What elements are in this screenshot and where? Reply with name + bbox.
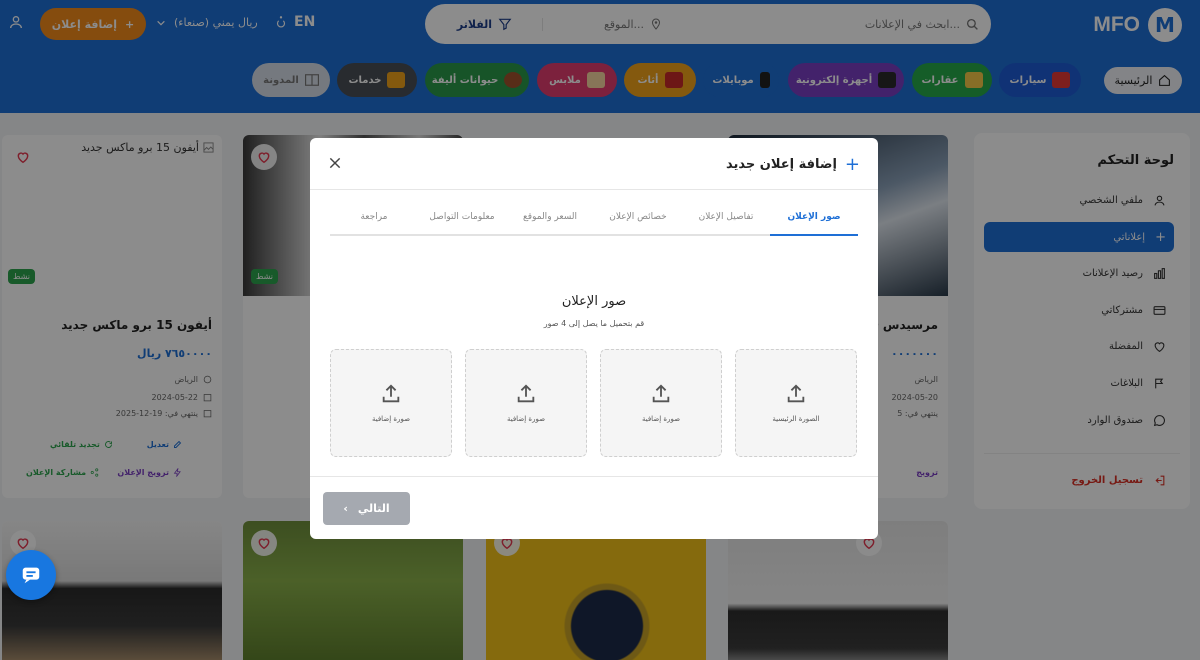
upload-icon [517, 384, 535, 403]
tab-ad-features[interactable]: خصائص الإعلان [594, 204, 682, 236]
upload-slot-label: صورة إضافية [641, 415, 681, 423]
chat-button[interactable] [6, 550, 56, 600]
chevron-left-icon: ‹ [343, 502, 348, 515]
modal-header: إضافة إعلان جديد + [310, 138, 878, 190]
add-ad-modal: إضافة إعلان جديد + صور الإعلان تفاصيل ال… [310, 138, 878, 539]
upload-slot-extra[interactable]: صورة إضافية [600, 349, 722, 457]
section-subtitle: قم بتحميل ما يصل إلى 4 صور [543, 319, 645, 328]
upload-slot-label: صورة إضافية [371, 415, 411, 423]
plus-icon: + [844, 154, 860, 175]
section-title: صور الإعلان [561, 294, 627, 309]
upload-icon [652, 384, 670, 403]
modal-title-text: إضافة إعلان جديد [725, 157, 837, 172]
upload-slot-extra[interactable]: صورة إضافية [465, 349, 587, 457]
upload-slot-extra[interactable]: صورة إضافية [330, 349, 452, 457]
tab-ad-details[interactable]: تفاصيل الإعلان [682, 204, 770, 236]
step-tabs: صور الإعلان تفاصيل الإعلان خصائص الإعلان… [330, 204, 858, 236]
upload-icon [787, 384, 805, 403]
chat-icon [22, 567, 40, 584]
tab-review[interactable]: مراجعة [330, 204, 418, 236]
upload-slot-main[interactable]: الصورة الرئيسية [735, 349, 857, 457]
tab-ad-images[interactable]: صور الإعلان [770, 204, 858, 236]
upload-slot-label: صورة إضافية [506, 415, 546, 423]
modal-title: إضافة إعلان جديد + [726, 154, 860, 175]
tab-contact-info[interactable]: معلومات التواصل [418, 204, 506, 236]
close-icon [329, 157, 341, 169]
tab-price-location[interactable]: السعر والموقع [506, 204, 594, 236]
upload-icon [382, 384, 400, 403]
modal-footer: ‹ التالي [310, 476, 878, 539]
next-button[interactable]: ‹ التالي [323, 492, 410, 525]
upload-slot-label: الصورة الرئيسية [772, 415, 820, 423]
next-label: التالي [357, 502, 390, 515]
close-button[interactable] [324, 152, 346, 174]
